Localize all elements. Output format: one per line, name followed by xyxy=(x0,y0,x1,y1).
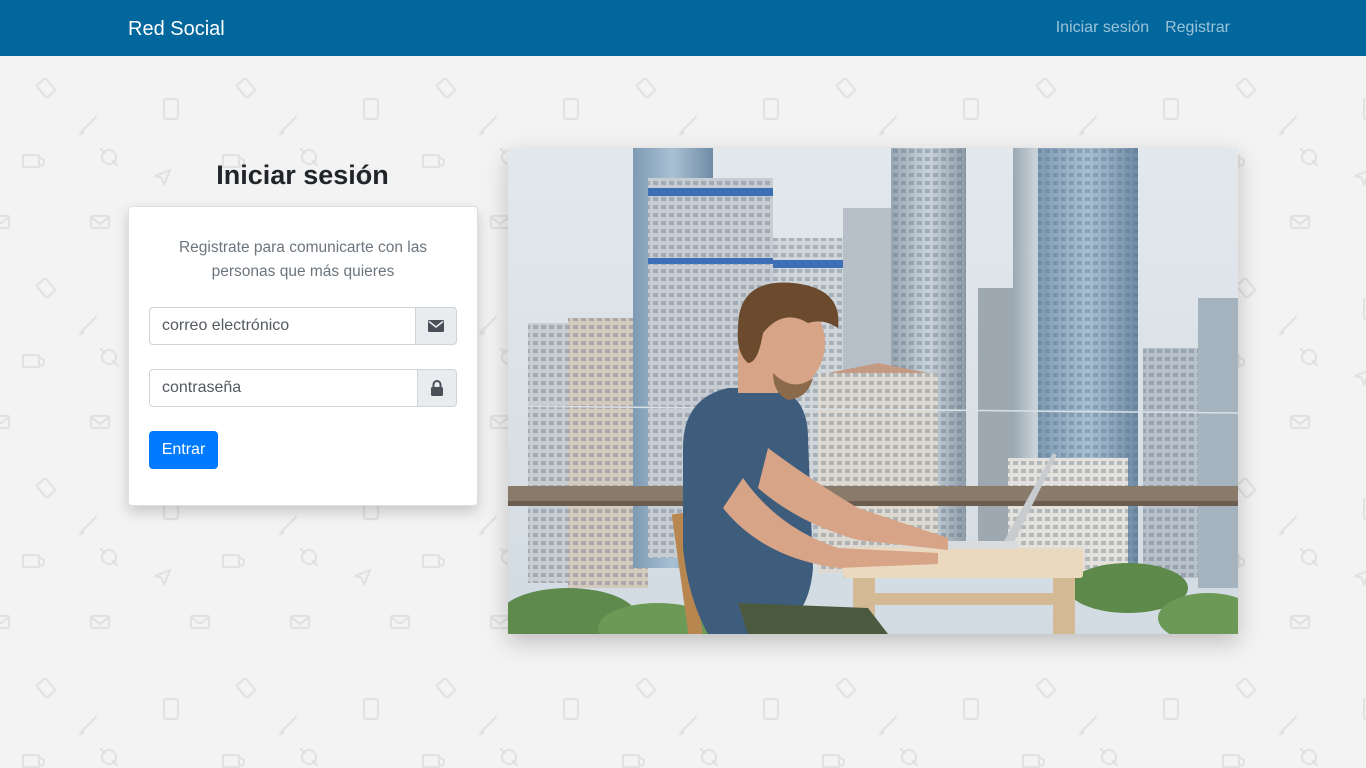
lock-icon xyxy=(431,380,443,396)
brand-link[interactable]: Red Social xyxy=(128,16,225,42)
login-submit-button[interactable]: Entrar xyxy=(149,431,218,469)
login-description: Registrate para comunicarte con las pers… xyxy=(178,239,428,280)
login-card: Registrate para comunicarte con las pers… xyxy=(128,206,478,506)
envelope-icon xyxy=(428,320,444,332)
hero-image xyxy=(508,148,1238,634)
nav-link-register[interactable]: Registrar xyxy=(1165,17,1230,39)
email-field[interactable] xyxy=(149,307,415,345)
nav-links: Iniciar sesión Registrar xyxy=(1056,17,1230,39)
password-field[interactable] xyxy=(149,369,417,407)
email-addon xyxy=(415,307,457,345)
hero-photo xyxy=(508,148,1238,634)
nav-link-login[interactable]: Iniciar sesión xyxy=(1056,17,1149,39)
password-input-group xyxy=(149,369,457,407)
login-title: Iniciar sesión xyxy=(216,160,389,190)
top-navbar: Red Social Iniciar sesión Registrar xyxy=(0,0,1366,56)
email-input-group xyxy=(149,307,457,345)
lock-addon xyxy=(417,369,457,407)
